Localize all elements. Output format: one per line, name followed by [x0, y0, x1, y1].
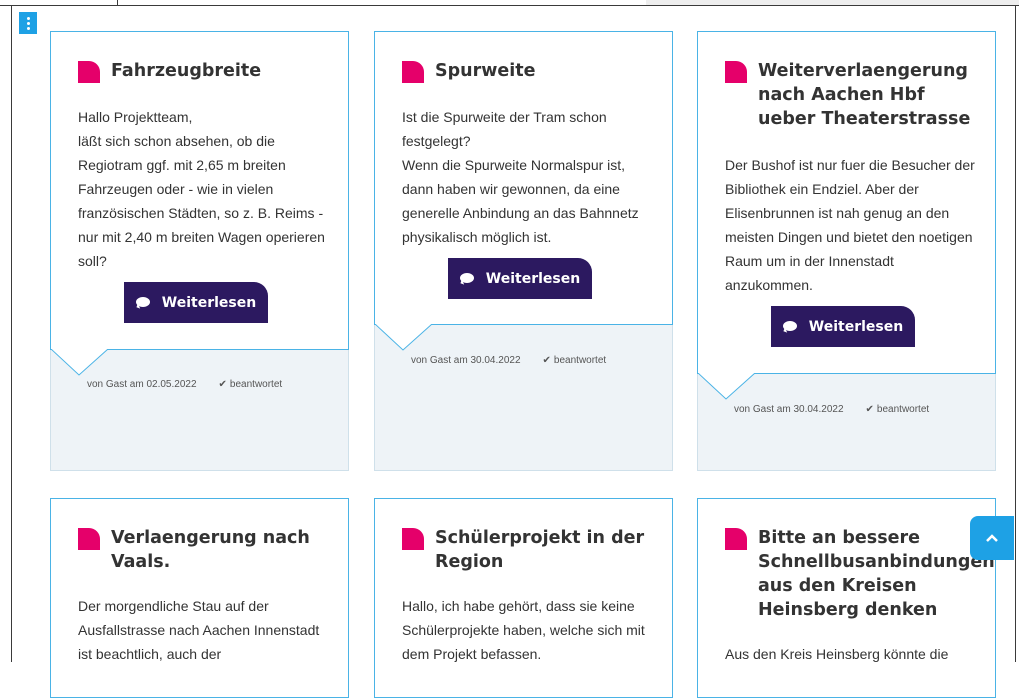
right-frame-border	[1015, 6, 1016, 662]
card-text: Aus den Kreis Heinsberg könnte die	[725, 646, 949, 662]
author-date: von Gast am 30.04.2022	[411, 355, 521, 366]
card-meta: von Gast am 02.05.2022 ✔ beantwortet	[87, 379, 282, 390]
card-text: Der Bushof ist nur fuer die Besucher der…	[725, 157, 975, 293]
author-date: von Gast am 02.05.2022	[87, 379, 197, 390]
speech-flag-icon	[402, 528, 424, 550]
card-meta: von Gast am 30.04.2022 ✔ beantwortet	[411, 355, 606, 366]
question-card-spurweite: Spurweite Ist die Spurweite der Tram sch…	[374, 31, 673, 471]
speech-flag-icon	[78, 61, 100, 83]
question-bubble: Verlaengerung nach Vaals. Der morgendlic…	[50, 498, 349, 698]
card-title: Weiterverlaengerung nach Aachen Hbf uebe…	[725, 59, 979, 131]
speech-flag-icon	[402, 61, 424, 83]
read-more-button[interactable]: Weiterlesen	[448, 258, 592, 299]
vertical-dots-icon	[26, 16, 30, 30]
question-bubble: Spurweite Ist die Spurweite der Tram sch…	[374, 31, 673, 351]
card-meta: von Gast am 30.04.2022 ✔ beantwortet	[734, 404, 929, 415]
chat-icon	[459, 273, 474, 284]
question-bubble: Bitte an bessere Schnellbusanbindungen a…	[697, 498, 996, 698]
status-badge: ✔ beantwortet	[542, 355, 607, 366]
card-title: Bitte an bessere Schnellbusanbindungen a…	[725, 526, 995, 622]
scroll-to-top-button[interactable]	[970, 516, 1014, 560]
author-date: von Gast am 30.04.2022	[734, 404, 844, 415]
question-card-weiterverlaengerung: Weiterverlaengerung nach Aachen Hbf uebe…	[697, 31, 996, 471]
card-title: Schülerprojekt in der Region	[402, 526, 656, 574]
top-grey-bar	[646, 0, 1019, 5]
check-icon: ✔	[218, 379, 227, 390]
status-badge: ✔ beantwortet	[865, 404, 930, 415]
check-icon: ✔	[542, 355, 551, 366]
question-bubble: Fahrzeugbreite Hallo Projektteam, läßt s…	[50, 31, 349, 376]
menu-toggle-button[interactable]	[19, 12, 37, 34]
card-title: Verlaengerung nach Vaals.	[78, 526, 332, 574]
bubble-tail	[698, 373, 756, 400]
chat-icon	[135, 297, 150, 308]
speech-flag-icon	[78, 528, 100, 550]
chat-icon	[782, 321, 797, 332]
chevron-up-icon	[986, 534, 998, 542]
question-card-schuelerprojekt: Schülerprojekt in der Region Hallo, ich …	[374, 498, 673, 698]
card-text: Ist die Spurweite der Tram schon festgel…	[402, 109, 639, 245]
question-card-schnellbus: Bitte an bessere Schnellbusanbindungen a…	[697, 498, 996, 698]
card-title: Fahrzeugbreite	[78, 59, 332, 83]
read-more-button[interactable]: Weiterlesen	[124, 282, 268, 323]
bubble-tail	[51, 349, 109, 376]
card-text: Der morgendliche Stau auf der Ausfallstr…	[78, 598, 320, 662]
speech-flag-icon	[725, 61, 747, 83]
card-text: Hallo Projektteam, läßt sich schon abseh…	[78, 109, 325, 269]
read-more-button[interactable]: Weiterlesen	[771, 306, 915, 347]
left-frame-border	[11, 6, 12, 662]
card-title: Spurweite	[402, 59, 656, 83]
check-icon: ✔	[865, 404, 874, 415]
top-divider	[117, 0, 118, 6]
status-badge: ✔ beantwortet	[218, 379, 283, 390]
question-bubble: Weiterverlaengerung nach Aachen Hbf uebe…	[697, 31, 996, 400]
speech-flag-icon	[725, 528, 747, 550]
question-bubble: Schülerprojekt in der Region Hallo, ich …	[374, 498, 673, 698]
bubble-tail	[375, 324, 433, 351]
card-text: Hallo, ich habe gehört, dass sie keine S…	[402, 598, 645, 662]
question-card-vaals: Verlaengerung nach Vaals. Der morgendlic…	[50, 498, 349, 698]
question-card-fahrzeugbreite: Fahrzeugbreite Hallo Projektteam, läßt s…	[50, 31, 349, 471]
